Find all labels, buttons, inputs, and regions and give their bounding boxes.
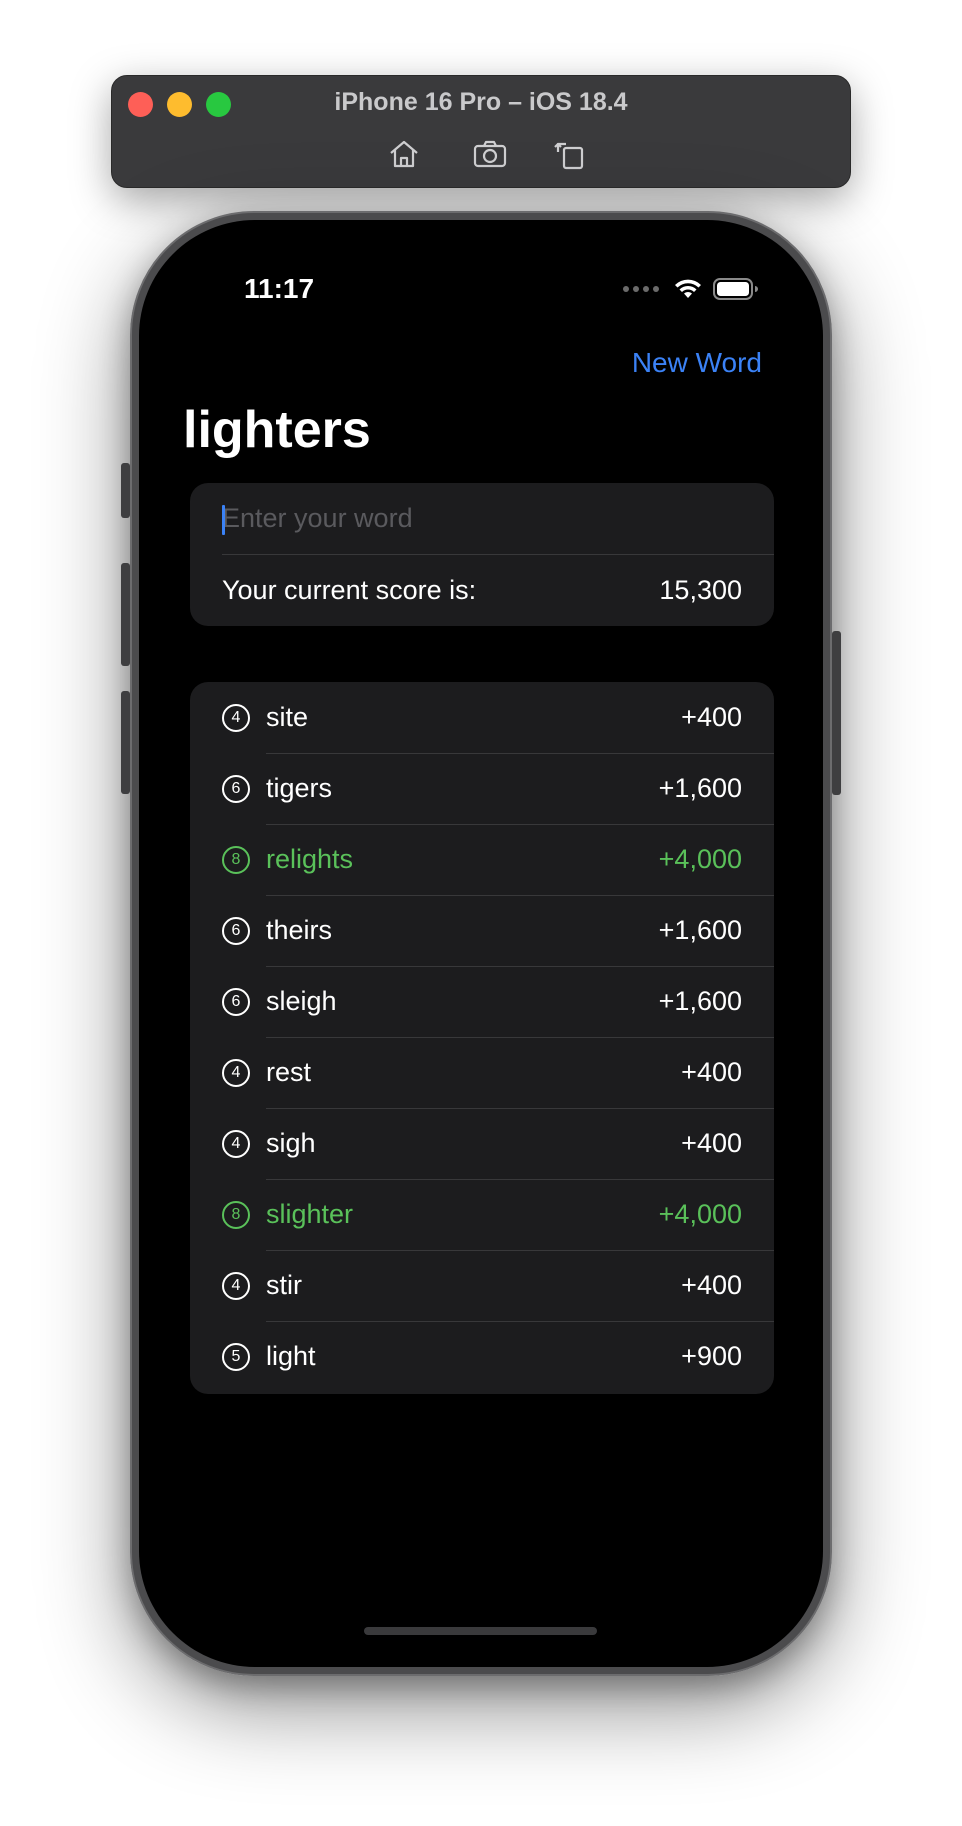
list-item: 6 theirs +1,600: [190, 895, 774, 966]
volume-up-button[interactable]: [121, 563, 130, 666]
letter-count-icon: 4: [222, 703, 250, 732]
list-item-word: sigh: [266, 1128, 316, 1158]
score-label: Your current score is:: [222, 574, 477, 605]
list-item-points: +4,000: [658, 844, 742, 874]
new-word-button[interactable]: New Word: [632, 347, 762, 379]
home-indicator[interactable]: [364, 1627, 597, 1635]
list-item-points: +1,600: [658, 773, 742, 803]
cellular-icon: [623, 286, 659, 292]
letter-count-icon: 8: [222, 845, 250, 874]
letter-count-icon: 4: [222, 1058, 250, 1087]
letter-count-icon: 6: [222, 774, 250, 803]
rotate-icon[interactable]: [552, 136, 588, 172]
letter-count-icon: 6: [222, 916, 250, 945]
simulator-titlebar: iPhone 16 Pro – iOS 18.4: [111, 75, 851, 188]
list-item-word: tigers: [266, 773, 333, 803]
list-item: 6 tigers +1,600: [190, 753, 774, 824]
page-title: lighters: [183, 401, 371, 459]
list-item: 8 slighter +4,000: [190, 1179, 774, 1250]
simulator-title: iPhone 16 Pro – iOS 18.4: [334, 88, 628, 116]
screenshot-icon[interactable]: [472, 136, 508, 172]
volume-down-button[interactable]: [121, 691, 130, 794]
list-item-points: +900: [681, 1341, 742, 1371]
list-item-word: slighter: [266, 1199, 354, 1229]
list-item: 6 sleigh +1,600: [190, 966, 774, 1037]
score-row: Your current score is: 15,300: [222, 554, 742, 626]
list-item-points: +400: [681, 702, 742, 732]
battery-icon: [713, 278, 758, 300]
list-item-points: +4,000: [658, 1199, 742, 1229]
list-item: 8 relights +4,000: [190, 824, 774, 895]
letter-count-icon: 6: [222, 987, 250, 1016]
word-input[interactable]: [190, 483, 774, 554]
score-value: 15,300: [659, 574, 742, 605]
list-item-points: +400: [681, 1270, 742, 1300]
list-item-word: theirs: [266, 915, 333, 945]
list-item: 4 stir +400: [190, 1250, 774, 1321]
device-screen: 11:17 New Word lighters Your current sco…: [139, 220, 823, 1667]
list-item-points: +400: [681, 1128, 742, 1158]
letter-count-icon: 4: [222, 1129, 250, 1158]
list-item: 4 sigh +400: [190, 1108, 774, 1179]
input-section: Your current score is: 15,300: [190, 483, 774, 626]
list-item-word: light: [266, 1341, 316, 1371]
list-item: 5 light +900: [190, 1321, 774, 1392]
status-icons: [623, 274, 759, 304]
letter-count-icon: 4: [222, 1271, 250, 1300]
list-item-word: sleigh: [266, 986, 337, 1016]
action-button[interactable]: [121, 463, 130, 518]
list-item-points: +1,600: [658, 986, 742, 1016]
list-item-word: site: [266, 702, 309, 732]
list-item: 4 rest +400: [190, 1037, 774, 1108]
list-item: 4 site +400: [190, 682, 774, 753]
list-item-word: relights: [266, 844, 354, 874]
text-caret: [222, 505, 225, 535]
list-item-word: stir: [266, 1270, 302, 1300]
power-button[interactable]: [832, 631, 841, 795]
word-list: 4 site +400 6 tigers +1,600 8 relights +4,000 6 th…: [190, 682, 774, 1394]
letter-count-icon: 5: [222, 1342, 250, 1371]
wifi-icon: [675, 279, 701, 298]
status-time: 11:17: [244, 273, 315, 304]
list-item-points: +400: [681, 1057, 742, 1087]
letter-count-icon: 8: [222, 1200, 250, 1229]
list-item-word: rest: [266, 1057, 312, 1087]
home-icon[interactable]: [386, 136, 422, 172]
list-item-points: +1,600: [658, 915, 742, 945]
